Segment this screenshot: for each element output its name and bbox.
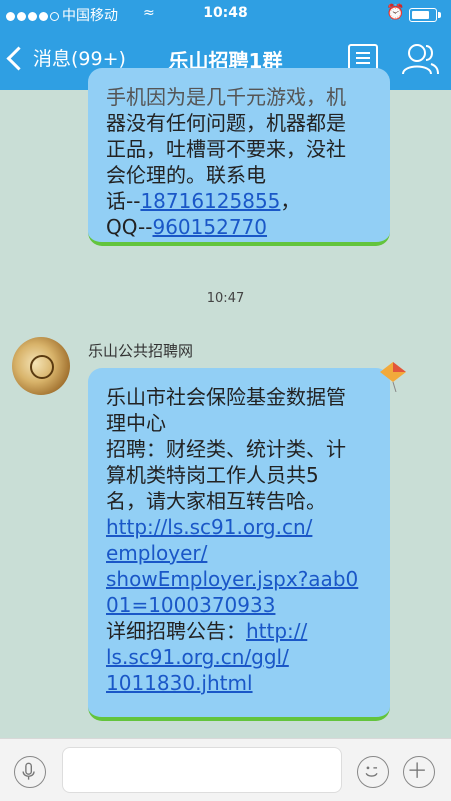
notice-label: 详细招聘公告： bbox=[106, 619, 246, 643]
sender-avatar[interactable] bbox=[12, 337, 70, 395]
input-bar bbox=[0, 738, 451, 801]
employer-link[interactable]: employer/ bbox=[106, 541, 207, 565]
message-text: 名，请大家相互转告哈。 bbox=[106, 489, 326, 513]
message-text: 招聘：财经类、统计类、计 bbox=[106, 437, 346, 461]
message-text: 手机因为是几千元游戏，机 bbox=[106, 85, 346, 109]
message-text: 算机类特岗工作人员共5 bbox=[106, 463, 319, 487]
message-input[interactable] bbox=[62, 747, 342, 793]
sender-name: 乐山公共招聘网 bbox=[88, 342, 194, 360]
employer-link[interactable]: http://ls.sc91.org.cn/ bbox=[106, 515, 312, 539]
message-text: 会伦理的。联系电 bbox=[106, 163, 266, 187]
message-text: 理中心 bbox=[106, 411, 166, 435]
message-text: 乐山市社会保险基金数据管 bbox=[106, 385, 346, 409]
employer-link[interactable]: showEmployer.jspx?aab0 bbox=[106, 567, 358, 591]
voice-button[interactable] bbox=[14, 756, 46, 788]
battery-level bbox=[412, 11, 429, 19]
status-bar: 中国移动 ≈ 10:48 ⏰ bbox=[0, 0, 451, 30]
battery-icon bbox=[409, 8, 441, 22]
message-bubble-previous: 手机因为是几千元游戏，机 器没有任何问题，机器都是 正品，吐槽哥不要来，没社 会… bbox=[88, 68, 390, 246]
message-text: 话-- bbox=[106, 189, 141, 213]
status-time: 10:48 bbox=[203, 5, 248, 21]
message-text: 正品，吐槽哥不要来，没社 bbox=[106, 137, 346, 161]
smiley-icon bbox=[365, 766, 378, 777]
message-text: QQ-- bbox=[106, 215, 153, 239]
alarm-icon: ⏰ bbox=[386, 3, 405, 21]
microphone-icon bbox=[22, 762, 35, 780]
more-button[interactable] bbox=[403, 756, 435, 788]
employer-link[interactable]: 01=1000370933 bbox=[106, 593, 275, 617]
emoji-button[interactable] bbox=[357, 756, 389, 788]
phone-link[interactable]: 18716125855 bbox=[140, 189, 280, 213]
kite-icon bbox=[380, 362, 406, 392]
message-timestamp: 10:47 bbox=[206, 291, 245, 306]
members-icon[interactable] bbox=[400, 42, 440, 76]
message-text: 器没有任何问题，机器都是 bbox=[106, 111, 346, 135]
message-text: ， bbox=[280, 189, 301, 213]
notice-link[interactable]: ls.sc91.org.cn/ggl/ bbox=[106, 645, 289, 669]
plus-icon bbox=[409, 762, 425, 778]
message-bubble-job-post: 乐山市社会保险基金数据管 理中心 招聘：财经类、统计类、计 算机类特岗工作人员共… bbox=[88, 368, 390, 721]
qq-link[interactable]: 960152770 bbox=[152, 215, 267, 239]
notice-link[interactable]: 1011830.jhtml bbox=[106, 671, 253, 695]
notice-link[interactable]: http:// bbox=[246, 619, 307, 643]
